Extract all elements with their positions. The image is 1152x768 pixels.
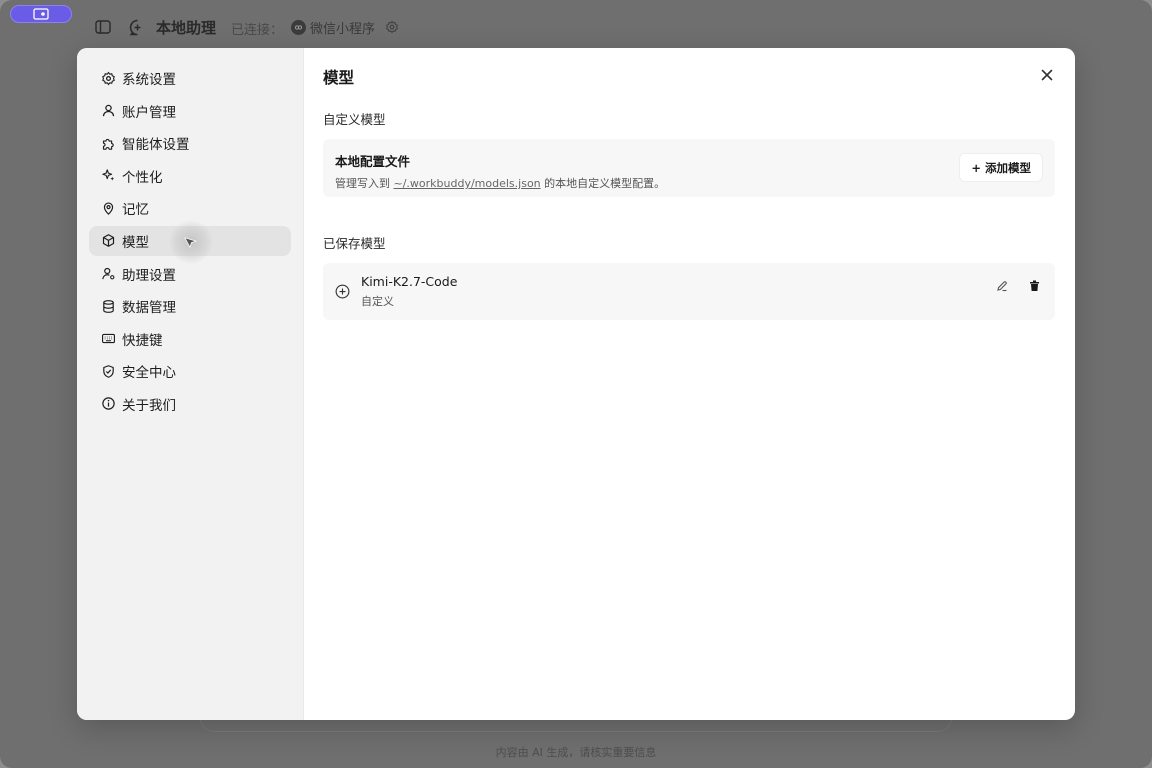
plus-circle-icon[interactable] xyxy=(335,284,350,299)
page-title: 模型 xyxy=(323,69,355,87)
database-icon xyxy=(103,299,114,313)
sidebar-item-label: 模型 xyxy=(122,234,149,251)
settings-sidebar: 系统设置 账户管理 智能体设置 个性化 记忆 模型 助理设置 数据管理 快捷键 … xyxy=(77,48,304,720)
sidebar-item-data-management[interactable]: 数据管理 xyxy=(89,291,291,321)
ai-disclaimer: 内容由 AI 生成，请核实重要信息 xyxy=(495,746,657,759)
gear-icon xyxy=(102,71,115,85)
local-config-card: 本地配置文件 管理写入到 ~/.workbuddy/models.json 的本… xyxy=(323,139,1055,197)
config-desc-suffix: 的本地自定义模型配置。 xyxy=(540,177,666,190)
puzzle-icon xyxy=(102,138,114,150)
sidebar-toggle-icon[interactable] xyxy=(94,18,112,36)
app-title: 本地助理 xyxy=(156,19,217,37)
screen-record-icon xyxy=(33,8,49,20)
saved-model-row[interactable]: Kimi-K2.7-Code 自定义 xyxy=(323,263,1055,320)
config-card-title: 本地配置文件 xyxy=(335,154,411,169)
sidebar-item-security-center[interactable]: 安全中心 xyxy=(89,356,291,386)
sidebar-item-shortcuts[interactable]: 快捷键 xyxy=(89,324,291,354)
user-icon xyxy=(102,104,115,117)
screen-record-indicator[interactable] xyxy=(10,5,72,23)
top-bar: 本地助理 已连接： 微信小程序 xyxy=(0,0,1152,50)
close-icon[interactable] xyxy=(1039,67,1055,83)
saved-models-heading: 已保存模型 xyxy=(323,236,386,251)
sidebar-item-label: 智能体设置 xyxy=(122,137,190,154)
sidebar-item-label: 账户管理 xyxy=(122,104,176,121)
shield-icon xyxy=(103,365,114,378)
add-model-button[interactable]: + 添加模型 xyxy=(959,153,1043,182)
config-file-path-link[interactable]: ~/.workbuddy/models.json xyxy=(394,177,541,190)
pin-icon xyxy=(103,202,114,215)
sidebar-item-label: 个性化 xyxy=(122,169,163,186)
sidebar-item-label: 安全中心 xyxy=(122,365,176,382)
settings-modal: 系统设置 账户管理 智能体设置 个性化 记忆 模型 助理设置 数据管理 快捷键 … xyxy=(77,48,1075,720)
saved-model-info: Kimi-K2.7-Code 自定义 xyxy=(361,274,457,309)
settings-content: 模型 自定义模型 本地配置文件 管理写入到 ~/.workbuddy/model… xyxy=(304,48,1075,720)
edit-icon[interactable] xyxy=(995,279,1009,293)
connection-settings-icon[interactable] xyxy=(383,18,401,36)
model-name: Kimi-K2.7-Code xyxy=(361,274,458,289)
connected-app-label: 微信小程序 xyxy=(310,22,376,37)
user-gear-icon xyxy=(102,267,115,280)
sidebar-item-label: 助理设置 xyxy=(122,267,176,284)
cube-icon xyxy=(102,234,115,248)
sidebar-item-label: 系统设置 xyxy=(122,72,176,88)
sidebar-item-agent-settings[interactable]: 智能体设置 xyxy=(89,128,291,158)
sidebar-item-assistant-settings[interactable]: 助理设置 xyxy=(89,259,291,289)
sidebar-item-label: 记忆 xyxy=(122,202,149,219)
sidebar-item-label: 数据管理 xyxy=(122,300,176,317)
info-icon xyxy=(102,397,115,411)
sidebar-item-label: 关于我们 xyxy=(122,397,176,414)
sidebar-item-about-us[interactable]: 关于我们 xyxy=(89,389,291,419)
sidebar-item-label: 快捷键 xyxy=(122,332,163,349)
connection-label: 已连接： xyxy=(231,23,284,38)
connected-app[interactable]: 微信小程序 xyxy=(291,18,375,37)
config-card-description: 管理写入到 ~/.workbuddy/models.json 的本地自定义模型配… xyxy=(335,175,1043,191)
delete-icon[interactable] xyxy=(1027,279,1041,293)
wechat-miniprogram-icon xyxy=(291,20,306,35)
sidebar-item-system-settings[interactable]: 系统设置 xyxy=(89,63,291,93)
new-chat-icon[interactable] xyxy=(128,18,146,36)
sidebar-item-models[interactable]: 模型 xyxy=(89,219,291,264)
sidebar-item-personalization[interactable]: 个性化 xyxy=(89,161,291,191)
mouse-cursor-icon xyxy=(184,237,197,248)
custom-models-heading: 自定义模型 xyxy=(323,112,386,127)
model-row-actions xyxy=(995,279,1041,293)
sidebar-item-account[interactable]: 账户管理 xyxy=(89,96,291,126)
keyboard-icon xyxy=(102,334,115,344)
model-type: 自定义 xyxy=(361,295,394,308)
config-desc-prefix: 管理写入到 xyxy=(335,177,394,190)
sidebar-item-memory[interactable]: 记忆 xyxy=(89,193,291,223)
sparkle-icon xyxy=(102,169,115,181)
